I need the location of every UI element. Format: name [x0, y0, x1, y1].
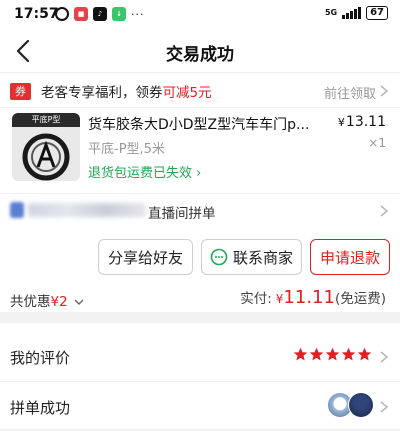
- star-icon: [325, 347, 340, 361]
- star-icon: [293, 347, 308, 361]
- more-dots: ···: [131, 7, 145, 21]
- coupon-tag: 券: [10, 82, 31, 100]
- order-totals: 共优惠¥2 实付: ¥ 11.11 (免运费): [0, 285, 400, 313]
- star-icon: [341, 347, 356, 361]
- alarm-icon: [55, 7, 69, 21]
- tiktok-icon: ♪: [93, 7, 107, 21]
- chevron-right-icon: [380, 401, 389, 413]
- return-shipping-notice[interactable]: 退货包运费已失效 ›: [88, 162, 201, 181]
- paid-amount: 实付: ¥ 11.11 (免运费): [240, 287, 386, 308]
- coupon-text: 老客专享福利，领券: [41, 85, 163, 101]
- refund-button[interactable]: 申请退款: [310, 239, 390, 275]
- network-label: 5G: [324, 8, 338, 17]
- group-member-avatars[interactable]: [327, 392, 374, 418]
- chevron-right-icon: [380, 85, 389, 97]
- group-buy-row[interactable]: 直播间拼单: [0, 193, 400, 229]
- signal-icon: [342, 7, 362, 19]
- contact-seller-button[interactable]: 联系商家: [201, 239, 302, 275]
- blurred-name: [28, 203, 146, 217]
- group-buy-label: 直播间拼单: [148, 206, 216, 222]
- product-price: ¥13.11: [337, 114, 386, 130]
- chevron-right-icon: [380, 351, 389, 363]
- chevron-down-icon: [74, 299, 84, 305]
- chevron-right-icon: [380, 205, 389, 217]
- product-thumbnail[interactable]: 平底P型: [12, 113, 80, 181]
- coupon-banner[interactable]: 券 老客专享福利，领券 可减5元: [10, 81, 212, 101]
- star-icon: [309, 347, 324, 361]
- seal-strip-image: [22, 133, 70, 181]
- status-time: 17:57: [14, 6, 59, 22]
- group-success-label[interactable]: 拼单成功: [10, 397, 70, 418]
- avatar: [348, 392, 374, 418]
- divider: [0, 381, 400, 382]
- coupon-highlight: 可减5元: [162, 85, 212, 101]
- my-review-label[interactable]: 我的评价: [10, 347, 70, 368]
- page-title: 交易成功: [166, 45, 234, 65]
- battery-indicator: 67: [366, 6, 388, 20]
- star-icon: [357, 347, 372, 361]
- contact-seller-label: 联系商家: [232, 248, 293, 267]
- status-app-icons: ■ ♪ ↓ ···: [55, 7, 145, 21]
- thumbnail-label: 平底P型: [31, 115, 61, 124]
- product-quantity: ×1: [368, 136, 386, 150]
- product-spec: 平底-P型,5米: [88, 142, 165, 157]
- review-card: 我的评价 拼单成功: [0, 323, 400, 429]
- divider: [0, 107, 400, 108]
- product-title[interactable]: 货车胶条大D小D型Z型汽车车门p...: [88, 114, 328, 134]
- order-card: 券 老客专享福利，领券 可减5元 前往领取 平底P型 货车胶条大D小D型Z型汽车…: [0, 72, 400, 312]
- discount-summary[interactable]: 共优惠¥2: [10, 290, 84, 310]
- rating-stars[interactable]: [293, 347, 372, 362]
- chevron-right-icon: ›: [196, 166, 202, 181]
- app-icon-red: ■: [74, 7, 88, 21]
- chat-icon: [210, 248, 228, 266]
- status-bar: 17:57 ■ ♪ ↓ ··· 5G 67: [0, 0, 400, 30]
- nav-bar: 交易成功: [0, 30, 400, 72]
- status-right: 5G 67: [325, 6, 388, 20]
- claim-coupon-link[interactable]: 前往领取: [324, 83, 376, 102]
- share-button[interactable]: 分享给好友: [98, 239, 193, 275]
- download-icon: ↓: [112, 7, 126, 21]
- blurred-avatar: [10, 202, 24, 218]
